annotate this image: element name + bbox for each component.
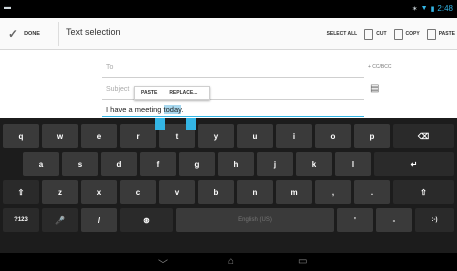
key-a[interactable]: a (23, 152, 59, 176)
key-u[interactable]: u (237, 124, 273, 148)
key-b[interactable]: b (198, 180, 234, 204)
shift-key-right[interactable]: ⇧ (393, 180, 454, 204)
status-bar: ▬ ✶ ▼ ▮ 2:48 (0, 0, 457, 18)
mic-icon[interactable]: 🎤 (42, 208, 78, 232)
key-g[interactable]: g (179, 152, 215, 176)
keyboard-row-2: a s d f g h j k l ↵ (0, 150, 457, 178)
keyboard-row-3: ⇧ z x c v b n m , . ⇧ (0, 178, 457, 206)
cut-button[interactable]: CUT (364, 28, 387, 40)
action-buttons: SELECT ALL CUT COPY PASTE (327, 18, 455, 50)
key-l[interactable]: l (335, 152, 371, 176)
key-q[interactable]: q (3, 124, 39, 148)
space-key[interactable]: English (US) (176, 208, 334, 232)
shift-key-left[interactable]: ⇧ (3, 180, 39, 204)
key-slash[interactable]: / (81, 208, 117, 232)
battery-icon: ▮ (430, 5, 435, 13)
bluetooth-icon: ✶ (411, 5, 418, 13)
keyboard-row-4: ?123 🎤 / ⊛ English (US) ' - :-) (0, 206, 457, 234)
key-c[interactable]: c (120, 180, 156, 204)
to-field[interactable]: To (102, 56, 364, 78)
selection-handle-left[interactable] (155, 118, 165, 130)
home-icon[interactable]: ⌂ (228, 256, 234, 267)
key-j[interactable]: j (257, 152, 293, 176)
check-icon: ✓ (8, 27, 19, 41)
key-e[interactable]: e (81, 124, 117, 148)
symbols-key[interactable]: ?123 (3, 208, 39, 232)
backspace-key[interactable]: ⌫ (393, 124, 454, 148)
done-button[interactable]: ✓ DONE (8, 18, 40, 50)
cut-icon (364, 28, 374, 40)
key-y[interactable]: y (198, 124, 234, 148)
back-icon[interactable]: ﹀ (158, 256, 168, 271)
paste-button[interactable]: PASTE (426, 28, 455, 40)
key-d[interactable]: d (101, 152, 137, 176)
selection-handle-right[interactable] (186, 118, 196, 130)
key-s[interactable]: s (62, 152, 98, 176)
status-icons: ✶ ▼ ▮ 2:48 (412, 4, 453, 13)
paste-popup-button[interactable]: PASTE (135, 90, 163, 96)
clock: 2:48 (437, 4, 453, 13)
wifi-icon: ▼ (420, 5, 428, 12)
key-o[interactable]: o (315, 124, 351, 148)
selected-text: today (163, 105, 182, 114)
key-p[interactable]: p (354, 124, 390, 148)
key-x[interactable]: x (81, 180, 117, 204)
enter-key[interactable]: ↵ (374, 152, 454, 176)
key-n[interactable]: n (237, 180, 273, 204)
attach-icon[interactable]: ▤ (370, 83, 379, 94)
body-field[interactable]: I have a meeting today. (106, 105, 183, 114)
key-i[interactable]: i (276, 124, 312, 148)
paste-icon (426, 28, 436, 40)
key-v[interactable]: v (159, 180, 195, 204)
key-dash[interactable]: - (376, 208, 412, 232)
select-all-button[interactable]: SELECT ALL (327, 31, 358, 37)
key-apostrophe[interactable]: ' (337, 208, 373, 232)
copy-button[interactable]: COPY (393, 28, 420, 40)
body-underline (102, 116, 364, 117)
key-comma[interactable]: , (315, 180, 351, 204)
notification-icon: ▬ (4, 4, 11, 11)
key-f[interactable]: f (140, 152, 176, 176)
key-k[interactable]: k (296, 152, 332, 176)
key-z[interactable]: z (42, 180, 78, 204)
recent-apps-icon[interactable]: ▭ (298, 256, 307, 267)
emoji-icon[interactable]: ⊛ (120, 208, 173, 232)
action-bar: ✓ DONE Text selection SELECT ALL CUT COP… (0, 18, 457, 50)
compose-form: To + CC/BCC Subject ▤ I have a meeting t… (0, 50, 457, 118)
key-h[interactable]: h (218, 152, 254, 176)
keyboard-row-1: q w e r t y u i o p ⌫ (0, 122, 457, 150)
action-bar-title: Text selection (66, 27, 121, 37)
replace-popup-button[interactable]: REPLACE... (163, 90, 203, 96)
key-r[interactable]: r (120, 124, 156, 148)
divider (58, 22, 59, 46)
navigation-bar: ﹀ ⌂ ▭ (0, 253, 457, 271)
key-period[interactable]: . (354, 180, 390, 204)
key-m[interactable]: m (276, 180, 312, 204)
done-label: DONE (24, 31, 40, 37)
soft-keyboard: q w e r t y u i o p ⌫ a s d f g h j k l … (0, 118, 457, 253)
copy-icon (393, 28, 403, 40)
text-selection-popup: PASTE REPLACE... (134, 86, 210, 100)
cc-bcc-button[interactable]: + CC/BCC (368, 64, 391, 70)
smiley-key[interactable]: :-) (415, 208, 454, 232)
key-w[interactable]: w (42, 124, 78, 148)
